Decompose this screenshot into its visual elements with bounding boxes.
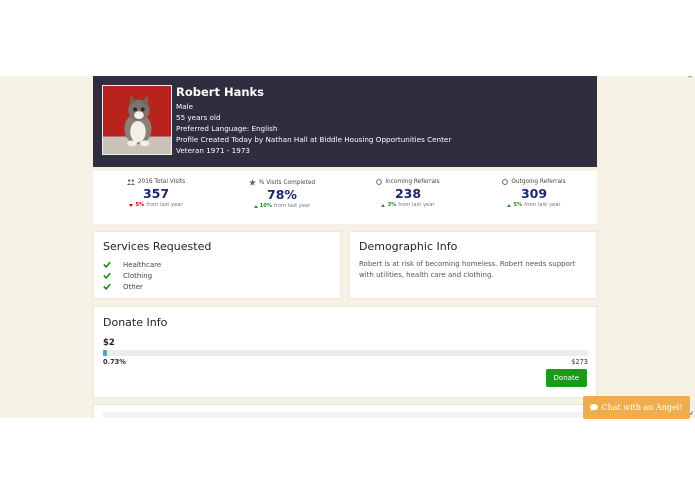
arrow-up-icon	[507, 203, 512, 207]
profile-created: Profile Created Today by Nathan Hall at …	[176, 135, 452, 144]
cat-photo	[103, 86, 171, 154]
profile-age: 55 years old	[176, 113, 221, 122]
stat-value: 78%	[267, 187, 297, 202]
circle-icon	[376, 179, 383, 185]
stat-change: 3% from last year	[345, 202, 471, 208]
profile-photo	[102, 85, 172, 155]
stat-visits-completed: % Visits Completed 78% 10% from last yea…	[219, 179, 345, 209]
donate-percent: 0.73%	[103, 358, 126, 366]
arrow-up-icon	[381, 203, 386, 207]
donate-progress-bar	[103, 350, 588, 356]
arrow-up-icon	[253, 204, 258, 208]
donate-goal: $273	[571, 358, 588, 366]
stat-change: 5% from last year	[471, 202, 597, 208]
chat-bubble-icon	[590, 404, 599, 411]
next-card	[93, 404, 597, 418]
stat-label: Outgoing Referrals	[511, 179, 566, 185]
circle-icon	[502, 179, 509, 185]
demographic-text: Robert is at risk of becoming homeless. …	[359, 260, 576, 279]
profile-name: Robert Hanks	[176, 85, 265, 99]
stats-panel: 2016 Total Visits 357 5% from last year …	[93, 171, 597, 224]
services-list: Healthcare Clothing Other	[103, 259, 331, 292]
page-viewport[interactable]: ^ v Robert Hanks Male 55 years old Prefe…	[0, 76, 695, 418]
arrow-down-icon	[129, 203, 134, 207]
check-icon	[103, 261, 111, 268]
check-icon	[103, 283, 111, 290]
donate-title: Donate Info	[103, 316, 168, 329]
stat-value: 357	[142, 186, 170, 201]
stat-label: Incoming Referrals	[385, 179, 440, 185]
list-item: Other	[103, 281, 331, 292]
chat-label: Chat with an Angel!	[601, 403, 683, 412]
donate-progress-fill	[103, 350, 107, 356]
stat-value: 309	[520, 186, 548, 201]
profile-language: Preferred Language: English	[176, 124, 278, 133]
stat-change: 10% from last year	[219, 203, 345, 209]
demographic-card: Demographic Info Robert is at risk of be…	[349, 231, 597, 299]
services-title: Services Requested	[103, 240, 212, 253]
profile-veteran: Veteran 1971 - 1973	[176, 146, 250, 155]
next-card-placeholder	[103, 412, 588, 418]
list-item: Clothing	[103, 270, 331, 281]
scroll-up-icon[interactable]: ^	[687, 76, 693, 83]
stat-label: % Visits Completed	[258, 179, 316, 186]
stat-outgoing-referrals: Outgoing Referrals 309 5% from last year	[471, 179, 597, 208]
stat-change: 5% from last year	[93, 202, 219, 208]
donate-amount: $2	[103, 338, 115, 348]
chat-button[interactable]: Chat with an Angel!	[583, 396, 690, 419]
profile-info: Robert Hanks Male 55 years old Preferred…	[176, 85, 451, 156]
star-icon	[248, 179, 256, 186]
services-card: Services Requested Healthcare Clothing O…	[93, 231, 341, 299]
donate-card: Donate Info $2 0.73% $273 Donate	[93, 306, 597, 398]
stat-value: 238	[394, 186, 422, 201]
profile-gender: Male	[176, 102, 194, 111]
profile-header: Robert Hanks Male 55 years old Preferred…	[93, 76, 597, 167]
donate-button[interactable]: Donate	[545, 369, 587, 387]
users-icon	[126, 179, 135, 185]
stat-incoming-referrals: Incoming Referrals 238 3% from last year	[345, 179, 471, 208]
demographic-title: Demographic Info	[359, 240, 458, 253]
check-icon	[103, 272, 111, 279]
list-item: Healthcare	[103, 259, 331, 270]
stat-total-visits: 2016 Total Visits 357 5% from last year	[93, 179, 219, 208]
stat-label: 2016 Total Visits	[137, 179, 186, 185]
